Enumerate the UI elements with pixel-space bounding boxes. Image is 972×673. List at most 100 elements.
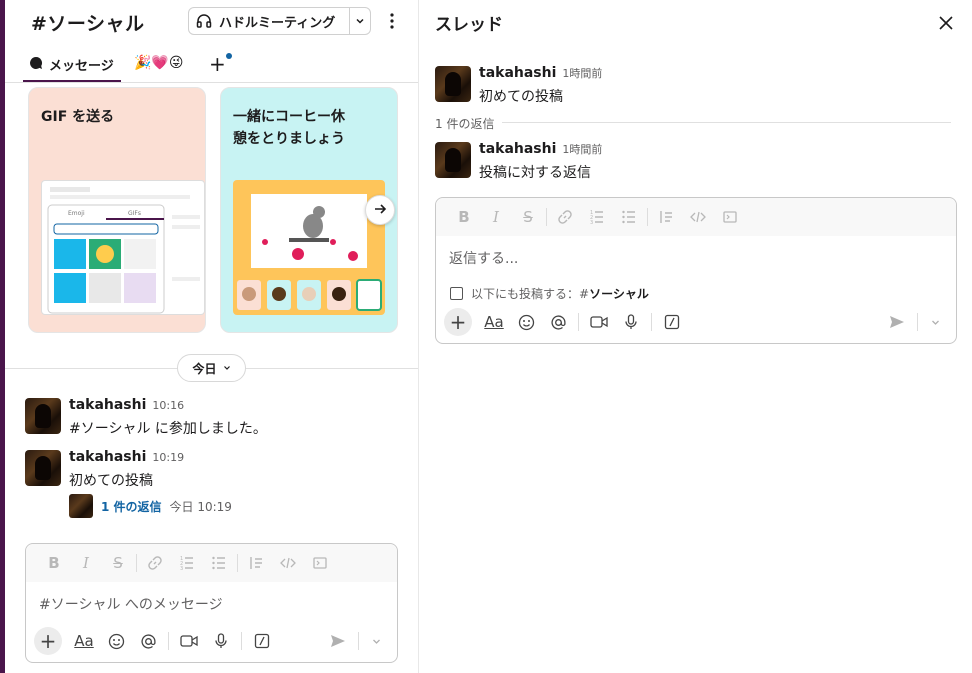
strikethrough-icon[interactable]: S: [102, 549, 134, 577]
microphone-icon[interactable]: [205, 627, 237, 655]
huddle-label: ハドルミーティング: [219, 15, 336, 31]
plus-icon[interactable]: +: [444, 308, 472, 336]
message-timestamp[interactable]: 10:16: [152, 399, 184, 412]
code-block-icon[interactable]: [714, 203, 746, 231]
toolbar-divider: [136, 554, 137, 572]
avatar: [69, 494, 93, 518]
add-tab-button[interactable]: +: [209, 52, 226, 76]
tab-emoji-canvas[interactable]: 🎉💗😜: [134, 55, 183, 71]
gif-card[interactable]: GIF を送る Emoji GIFs: [28, 87, 206, 333]
toolbar-divider: [651, 313, 652, 331]
app-window: #ソーシャル ハドルミーティング メッセージ 🎉💗😜 + GIF を送る Emo…: [0, 0, 972, 673]
message-input[interactable]: #ソーシャル へのメッセージ: [39, 594, 223, 614]
also-send-checkbox[interactable]: [450, 287, 463, 300]
code-icon[interactable]: [272, 549, 304, 577]
svg-text:3: 3: [180, 566, 183, 571]
message-timestamp[interactable]: 10:19: [152, 451, 184, 464]
coffee-break-illustration: [233, 180, 385, 315]
more-options-icon[interactable]: [385, 10, 399, 32]
italic-icon[interactable]: I: [70, 549, 102, 577]
message-text: 初めての投稿: [479, 89, 563, 105]
microphone-icon[interactable]: [615, 308, 647, 336]
mention-icon[interactable]: [132, 627, 164, 655]
reply-input[interactable]: 返信する...: [449, 248, 518, 268]
gif-card-title: GIF を送る: [41, 109, 115, 125]
channel-header: #ソーシャル ハドルミーティング: [5, 0, 418, 44]
formatting-toolbar: B I S 123: [26, 544, 397, 582]
reply-composer: B I S 123 返信する... 以下にも投稿する：#ソーシャル + Aa: [435, 197, 957, 344]
strikethrough-icon[interactable]: S: [512, 203, 544, 231]
link-icon[interactable]: [549, 203, 581, 231]
message-author[interactable]: takahashi: [479, 65, 556, 81]
gif-picker-illustration: Emoji GIFs: [41, 180, 205, 315]
avatar[interactable]: [25, 450, 61, 486]
huddle-button[interactable]: ハドルミーティング: [188, 7, 371, 35]
slash-command-icon[interactable]: [246, 627, 278, 655]
avatar[interactable]: [435, 142, 471, 178]
toolbar-divider: [546, 208, 547, 226]
ordered-list-icon[interactable]: 123: [171, 549, 203, 577]
toolbar-divider: [578, 313, 579, 331]
thread-reply-summary[interactable]: 1 件の返信 今日 10:19: [69, 494, 232, 518]
emoji-icon[interactable]: [100, 627, 132, 655]
thread-title: スレッド: [435, 15, 503, 35]
tab-messages[interactable]: メッセージ: [29, 55, 114, 74]
blockquote-icon[interactable]: [240, 549, 272, 577]
channel-title[interactable]: #ソーシャル: [31, 9, 145, 36]
code-block-icon[interactable]: [304, 549, 336, 577]
replies-link[interactable]: 1 件の返信: [101, 498, 162, 515]
bullet-list-icon[interactable]: [203, 549, 235, 577]
composer-actions: + Aa: [444, 307, 948, 337]
replies-divider-line: [435, 122, 951, 123]
also-send-to-channel[interactable]: 以下にも投稿する：#ソーシャル: [450, 285, 649, 302]
avatar[interactable]: [25, 398, 61, 434]
chevron-down-icon[interactable]: [363, 627, 389, 655]
message-author[interactable]: takahashi: [479, 141, 556, 157]
message-text: #ソーシャル に参加しました。: [69, 421, 267, 437]
ordered-list-icon[interactable]: 123: [581, 203, 613, 231]
code-icon[interactable]: [682, 203, 714, 231]
send-icon[interactable]: [322, 627, 354, 655]
chevron-down-icon[interactable]: [922, 308, 948, 336]
video-icon[interactable]: [173, 627, 205, 655]
channel-pane: #ソーシャル ハドルミーティング メッセージ 🎉💗😜 + GIF を送る Emo…: [5, 0, 418, 673]
video-icon[interactable]: [583, 308, 615, 336]
svg-text:GIFs: GIFs: [128, 210, 141, 217]
carousel-next-button[interactable]: [365, 195, 395, 225]
message-text: 投稿に対する返信: [479, 165, 591, 181]
plus-icon[interactable]: +: [34, 627, 62, 655]
formatting-toolbar: B I S 123: [436, 198, 956, 236]
also-send-channel: ソーシャル: [589, 287, 649, 301]
message-author[interactable]: takahashi: [69, 449, 146, 465]
emoji-icon[interactable]: [510, 308, 542, 336]
message-author[interactable]: takahashi: [69, 397, 146, 413]
date-pill-label: 今日: [192, 361, 217, 376]
slash-command-icon[interactable]: [656, 308, 688, 336]
bullet-list-icon[interactable]: [613, 203, 645, 231]
chevron-down-icon[interactable]: [350, 16, 370, 26]
send-icon[interactable]: [881, 308, 913, 336]
bold-icon[interactable]: B: [38, 549, 70, 577]
message-timestamp[interactable]: 1時間前: [562, 143, 602, 156]
coffee-card-title: 一緒にコーヒー休 憩をとりましょう: [233, 109, 345, 147]
new-indicator-dot: [226, 53, 232, 59]
date-jump-button[interactable]: 今日: [177, 354, 246, 382]
blockquote-icon[interactable]: [650, 203, 682, 231]
composer-actions: + Aa: [34, 626, 389, 656]
also-send-label: 以下にも投稿する：#ソーシャル: [471, 285, 649, 302]
headphones-icon: [189, 13, 219, 29]
mention-icon[interactable]: [542, 308, 574, 336]
text-format-icon[interactable]: Aa: [478, 308, 510, 336]
chevron-down-icon: [223, 361, 231, 375]
link-icon[interactable]: [139, 549, 171, 577]
italic-icon[interactable]: I: [480, 203, 512, 231]
avatar[interactable]: [435, 66, 471, 102]
message-timestamp[interactable]: 1時間前: [562, 67, 602, 80]
close-icon[interactable]: [935, 12, 957, 34]
toolbar-divider: [168, 632, 169, 650]
toolbar-divider: [237, 554, 238, 572]
toolbar-divider: [647, 208, 648, 226]
also-send-prefix: 以下にも投稿する：#: [471, 287, 590, 301]
bold-icon[interactable]: B: [448, 203, 480, 231]
text-format-icon[interactable]: Aa: [68, 627, 100, 655]
